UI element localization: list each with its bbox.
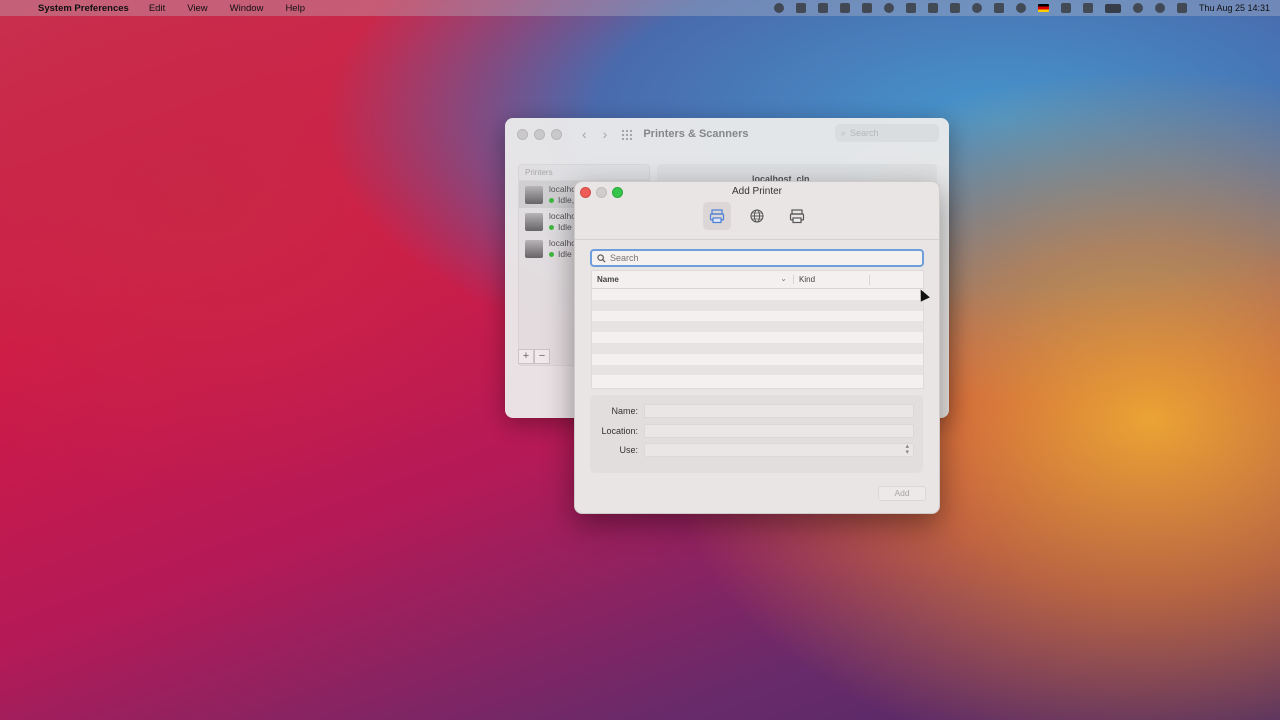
show-all-grid-icon[interactable] [621, 128, 634, 140]
play-icon[interactable] [1015, 3, 1026, 13]
dialog-title: Add Printer [731, 186, 783, 197]
zoom-icon[interactable] [551, 128, 562, 140]
column-kind-label: Kind [799, 275, 816, 284]
table-row[interactable] [592, 299, 923, 311]
table-row[interactable] [592, 332, 923, 343]
clock[interactable]: Thu Aug 25 14:31 [1199, 3, 1270, 13]
table-row[interactable] [592, 354, 923, 365]
dialog-toolbar [575, 202, 939, 238]
bluetooth-icon[interactable] [1082, 3, 1093, 13]
add-printer-plus-button[interactable]: + [518, 349, 534, 364]
add-button[interactable]: Add [878, 486, 926, 501]
table-row[interactable] [592, 321, 923, 333]
toolbar-divider [575, 239, 939, 240]
select-arrows-icon: ▴ ▾ [905, 443, 909, 456]
menu-view[interactable]: View [187, 3, 207, 14]
atom-icon[interactable] [949, 3, 960, 13]
printer-details-form: Name: Location: Use: ▴ ▾ [590, 395, 923, 473]
search-icon: ⌕ [841, 127, 847, 138]
column-name-label: Name [597, 275, 619, 284]
a-app-icon[interactable] [905, 3, 916, 13]
forward-arrow-icon[interactable]: › [603, 126, 608, 142]
add-printer-dialog: Add Printer Search Name ⌄ Kind Name: Loc… [574, 181, 940, 514]
control-center-icon[interactable] [1176, 3, 1187, 13]
sort-chevron-down-icon: ⌄ [780, 274, 787, 283]
notification-app-icon[interactable] [795, 3, 806, 13]
printer-icon [525, 239, 543, 258]
name-label: Name: [611, 406, 638, 416]
sliders-icon[interactable] [817, 3, 828, 13]
location-label: Location: [601, 426, 638, 436]
ip-globe-icon [750, 209, 764, 223]
printer-icon [525, 212, 543, 231]
printer-search-field[interactable] [590, 249, 924, 267]
status-app-icon[interactable] [861, 3, 872, 13]
use-row: Use: ▴ ▾ [590, 443, 923, 457]
printer-icon [525, 185, 543, 204]
german-flag-icon[interactable] [1037, 4, 1049, 12]
table-row[interactable] [592, 375, 923, 386]
table-row[interactable] [592, 364, 923, 376]
table-row[interactable] [592, 342, 923, 354]
window-titlebar: ‹ › Printers & Scanners ⌕ Search [505, 118, 949, 150]
column-header-name[interactable]: Name ⌄ [592, 274, 793, 284]
minimize-icon[interactable] [534, 128, 545, 140]
back-arrow-icon[interactable]: ‹ [582, 126, 587, 142]
search-placeholder: Search [850, 128, 879, 138]
wifi-icon[interactable] [1132, 3, 1143, 13]
nav-arrows: ‹ › [582, 126, 607, 142]
menu-help[interactable]: Help [285, 3, 305, 14]
menu-edit[interactable]: Edit [149, 3, 165, 14]
record-icon[interactable] [773, 3, 784, 13]
window-title: Printers & Scanners [643, 128, 749, 140]
prefs-search-field[interactable]: ⌕ Search [835, 124, 939, 142]
menu-bar: System Preferences Edit View Window Help… [0, 0, 1280, 16]
default-printer-tab[interactable] [703, 202, 731, 230]
column-header-extra [869, 274, 923, 285]
shield-icon[interactable] [993, 3, 1004, 13]
table-row[interactable] [592, 289, 923, 300]
menu-window[interactable]: Window [230, 3, 264, 14]
location-field[interactable] [644, 424, 914, 438]
table-row[interactable] [592, 311, 923, 322]
default-printer-icon [709, 209, 725, 224]
remove-printer-minus-button[interactable]: − [534, 349, 550, 364]
search-icon [597, 253, 606, 263]
column-header-kind[interactable]: Kind [793, 275, 869, 284]
ip-printer-tab[interactable] [743, 202, 771, 230]
window-controls [517, 128, 562, 140]
name-field[interactable] [644, 404, 914, 418]
use-label: Use: [619, 445, 638, 455]
table-body [592, 289, 923, 386]
spacer-icon[interactable] [927, 3, 938, 13]
windows-printer-icon [789, 209, 805, 224]
use-select[interactable]: ▴ ▾ [644, 443, 914, 457]
display-icon[interactable] [839, 3, 850, 13]
name-row: Name: [590, 404, 923, 418]
close-icon[interactable] [517, 128, 528, 140]
windows-printer-tab[interactable] [783, 202, 811, 230]
search-input[interactable] [610, 253, 910, 263]
printers-header: Printers [519, 165, 649, 181]
menu-app-name[interactable]: System Preferences [38, 3, 129, 14]
battery-icon[interactable] [1104, 3, 1121, 13]
window-icon[interactable] [1060, 3, 1071, 13]
m-app-icon[interactable] [883, 3, 894, 13]
table-header: Name ⌄ Kind [592, 271, 923, 289]
location-row: Location: [590, 424, 923, 438]
clock-app-icon[interactable] [971, 3, 982, 13]
spotlight-search-icon[interactable] [1154, 3, 1165, 13]
add-remove-buttons: + − [518, 349, 550, 364]
printers-table: Name ⌄ Kind [591, 270, 924, 389]
status-area: Thu Aug 25 14:31 [773, 0, 1270, 16]
